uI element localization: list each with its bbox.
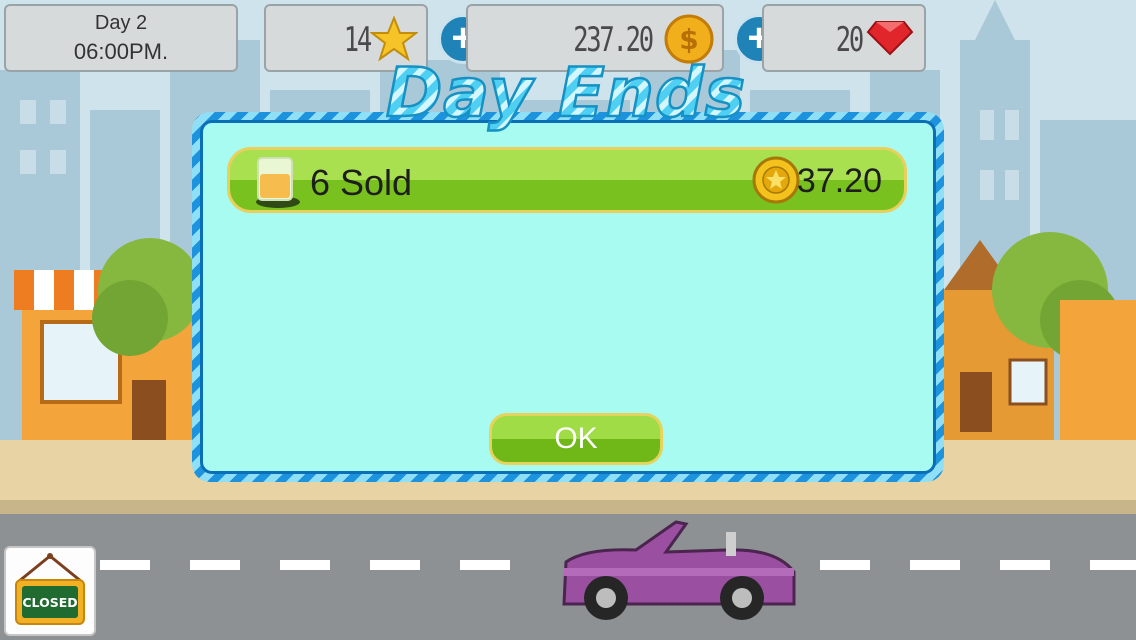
dialog-body: 6 Sold 37.20 OK [200, 120, 936, 474]
car [562, 520, 796, 620]
gems-count: 20 [835, 20, 864, 60]
red-gem-icon [866, 21, 914, 56]
ok-button[interactable]: OK [489, 413, 663, 465]
gems-panel: 20 [762, 4, 926, 72]
day-label: Day 2 [94, 12, 148, 34]
sold-amount: 37.20 [796, 162, 882, 200]
closed-sign-text: CLOSED [22, 595, 77, 610]
day-ends-dialog: 6 Sold 37.20 OK [192, 112, 944, 482]
sales-summary-row: 6 Sold 37.20 [227, 147, 907, 213]
sold-count-label: 6 Sold [310, 162, 413, 203]
dialog-title: Day Ends [385, 53, 747, 132]
dialog-title-text: Day Ends [386, 54, 746, 132]
time-label: 06:00PM. [73, 39, 169, 64]
star-coin-icon [752, 156, 800, 204]
closed-sign-icon: CLOSED [15, 553, 85, 625]
lemonade-cup-icon [256, 157, 300, 208]
closed-sign-button[interactable]: CLOSED [4, 546, 96, 636]
day-time-panel: Day 2 06:00PM. [4, 4, 238, 72]
